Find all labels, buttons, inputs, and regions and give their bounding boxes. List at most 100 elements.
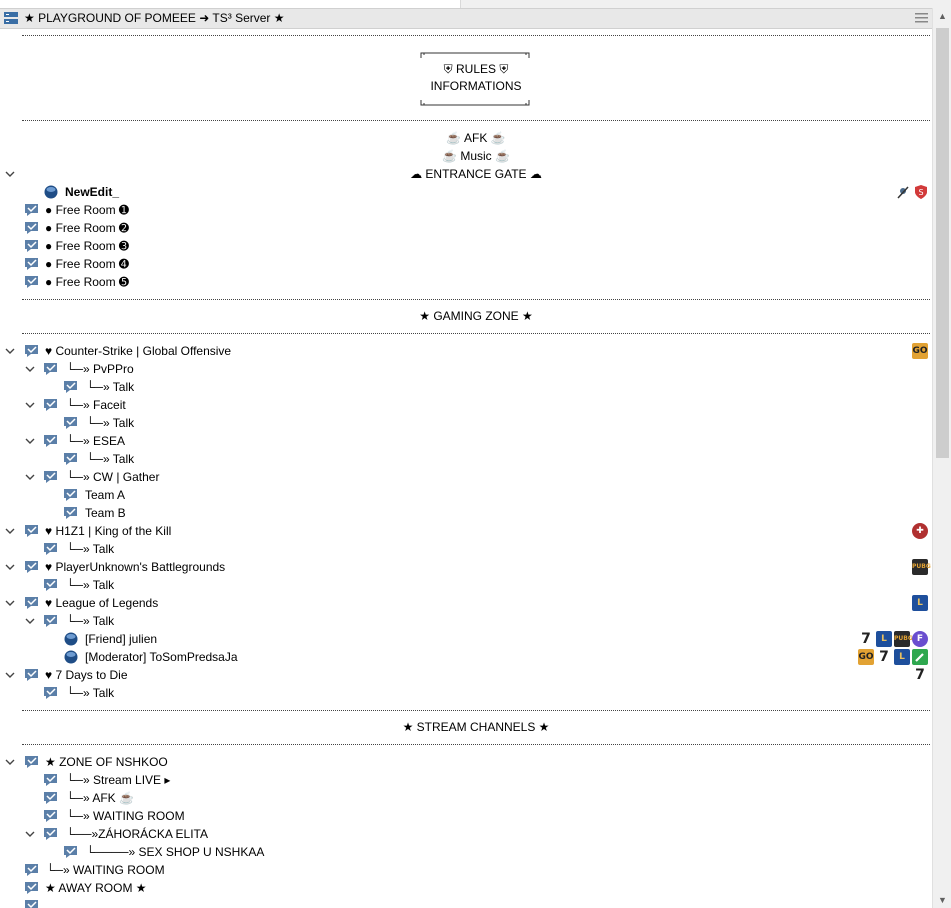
server-title: ★ PLAYGROUND OF POMEEE ➜ TS³ Server ★	[24, 11, 285, 25]
7days-icon: 7	[912, 667, 928, 683]
rules-channel[interactable]: ⛨ RULES ⛨	[22, 62, 930, 76]
server-header[interactable]: ★ PLAYGROUND OF POMEEE ➜ TS³ Server ★	[0, 8, 932, 29]
channel-icon	[25, 669, 38, 681]
channel-label: ♥ PlayerUnknown's Battlegrounds	[45, 560, 226, 574]
csgo-channel[interactable]: ♥ Counter-Strike | Global Offensive GO	[0, 342, 932, 360]
lol-talk-channel[interactable]: └─» Talk	[0, 612, 932, 630]
channel-icon	[44, 810, 57, 822]
vertical-scrollbar[interactable]: ▲ ▼	[932, 8, 951, 908]
stream-channels-spacer[interactable]: ★ STREAM CHANNELS ★	[22, 720, 930, 734]
channel-label: └─» Talk	[86, 380, 135, 394]
chevron-down-icon[interactable]	[4, 669, 16, 681]
h1z1-talk-channel[interactable]: └─» Talk	[0, 540, 932, 558]
lol-icon: L	[894, 649, 910, 665]
free-room-4[interactable]: ● Free Room ➍	[0, 255, 932, 273]
channel-icon	[44, 828, 57, 840]
chevron-down-icon[interactable]	[24, 399, 36, 411]
entrance-channel-row[interactable]: ☁ ENTRANCE GATE ☁	[0, 165, 932, 183]
server-icon	[4, 12, 18, 24]
7days-icon: 7	[876, 649, 892, 665]
sex-shop-channel[interactable]: └────» SEX SHOP U NSHKAA	[0, 843, 932, 861]
user-status-icon	[64, 632, 78, 646]
scroll-down-arrow-icon[interactable]: ▼	[933, 892, 951, 908]
free-room-2[interactable]: ● Free Room ➋	[0, 219, 932, 237]
pvppro-talk-channel[interactable]: └─» Talk	[0, 378, 932, 396]
chevron-down-icon[interactable]	[4, 525, 16, 537]
channel-label: └─» WAITING ROOM	[46, 863, 165, 877]
chevron-down-icon[interactable]	[4, 168, 16, 180]
waiting-room-2-channel[interactable]: └─» WAITING ROOM	[0, 861, 932, 879]
free-room-3[interactable]: ● Free Room ➌	[0, 237, 932, 255]
zone-nshkoo-channel[interactable]: ★ ZONE OF NSHKOO	[0, 753, 932, 771]
svg-text:S: S	[918, 188, 923, 197]
pubg-talk-channel[interactable]: └─» Talk	[0, 576, 932, 594]
user-row-tosompredsaja[interactable]: [Moderator] ToSomPredsaJa GO 7 L	[0, 648, 932, 666]
channel-label: └──»ZÁHORÁCKA ELITA	[66, 827, 208, 841]
chevron-down-icon[interactable]	[4, 756, 16, 768]
scroll-up-arrow-icon[interactable]: ▲	[933, 8, 951, 24]
free-room-5[interactable]: ● Free Room ➎	[0, 273, 932, 291]
channel-icon	[64, 417, 77, 429]
channel-icon	[44, 687, 57, 699]
gaming-zone-spacer[interactable]: ★ GAMING ZONE ★	[22, 309, 930, 323]
channel-icon	[44, 435, 57, 447]
pubg-icon: PUBG	[894, 631, 913, 647]
channel-icon	[44, 363, 57, 375]
channel-label: └─» ESEA	[66, 434, 126, 448]
7days-channel[interactable]: ♥ 7 Days to Die 7	[0, 666, 932, 684]
7days-talk-channel[interactable]: └─» Talk	[0, 684, 932, 702]
team-b-channel[interactable]: Team B	[0, 504, 932, 522]
stream-afk-channel[interactable]: └─» AFK ☕	[0, 789, 932, 807]
h1z1-channel[interactable]: ♥ H1Z1 | King of the Kill ✚	[0, 522, 932, 540]
spacer-line	[22, 35, 930, 36]
user-status-icon	[44, 185, 58, 199]
chevron-down-icon[interactable]	[24, 435, 36, 447]
cw-gather-channel[interactable]: └─» CW | Gather	[0, 468, 932, 486]
window-top-strip	[0, 0, 951, 8]
user-status-icon	[64, 650, 78, 664]
stream-live-channel[interactable]: └─» Stream LIVE ▸	[0, 771, 932, 789]
free-room-label: ● Free Room ➊	[45, 203, 129, 217]
channel-icon	[25, 882, 38, 894]
elita-channel[interactable]: └──»ZÁHORÁCKA ELITA	[0, 825, 932, 843]
user-row-julien[interactable]: [Friend] julien 7 L PUBG F	[0, 630, 932, 648]
away-room-channel[interactable]: ★ AWAY ROOM ★	[0, 879, 932, 897]
esea-talk-channel[interactable]: └─» Talk	[0, 450, 932, 468]
channel-label: ♥ H1Z1 | King of the Kill	[45, 524, 172, 538]
channel-label: ♥ League of Legends	[45, 596, 159, 610]
chevron-down-icon[interactable]	[24, 615, 36, 627]
informations-label[interactable]: INFORMATIONS	[22, 79, 930, 93]
chevron-down-icon[interactable]	[24, 363, 36, 375]
channel-icon	[25, 240, 38, 252]
channel-label: └─» Talk	[66, 614, 115, 628]
music-channel[interactable]: ☕ Music ☕	[22, 149, 930, 163]
waiting-room-channel[interactable]: └─» WAITING ROOM	[0, 807, 932, 825]
channel-icon	[25, 204, 38, 216]
h1z1-icon: ✚	[912, 523, 928, 539]
free-room-1[interactable]: ● Free Room ➊	[0, 201, 932, 219]
channel-label: └─» Talk	[66, 578, 115, 592]
esea-channel[interactable]: └─» ESEA	[0, 432, 932, 450]
channel-label: └─» CW | Gather	[66, 470, 160, 484]
scroll-thumb[interactable]	[936, 28, 949, 458]
chevron-down-icon[interactable]	[4, 561, 16, 573]
menu-icon[interactable]	[915, 12, 928, 24]
chevron-down-icon[interactable]	[4, 597, 16, 609]
pubg-channel[interactable]: ♥ PlayerUnknown's Battlegrounds PUBG	[0, 558, 932, 576]
ban-icon	[897, 186, 909, 199]
faceit-channel[interactable]: └─» Faceit	[0, 396, 932, 414]
afk-channel[interactable]: ☕ AFK ☕	[22, 131, 930, 145]
spacer-line	[22, 333, 930, 334]
chevron-down-icon[interactable]	[4, 345, 16, 357]
faceit-talk-channel[interactable]: └─» Talk	[0, 414, 932, 432]
lol-channel[interactable]: ♥ League of Legends L	[0, 594, 932, 612]
chevron-down-icon[interactable]	[24, 828, 36, 840]
partial-channel-row[interactable]	[0, 897, 932, 908]
pvppro-channel[interactable]: └─» PvPPro	[0, 360, 932, 378]
spacer-line	[22, 120, 930, 121]
team-a-channel[interactable]: Team A	[0, 486, 932, 504]
shield-icon: S	[915, 185, 927, 199]
active-tab[interactable]	[0, 0, 461, 8]
user-row-newedit[interactable]: NewEdit_ S	[0, 183, 932, 201]
chevron-down-icon[interactable]	[24, 471, 36, 483]
